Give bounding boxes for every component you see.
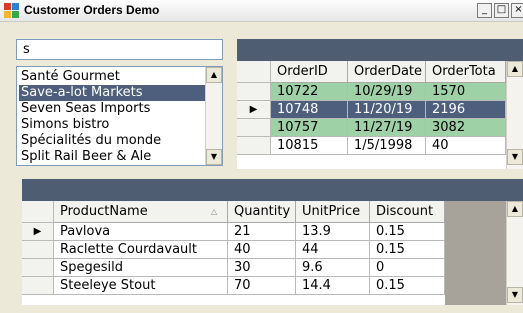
cell-orderdate[interactable]: 10/29/19 xyxy=(348,83,426,101)
scroll-down-button[interactable]: ▼ xyxy=(507,287,523,303)
sort-arrow-icon: △ xyxy=(211,207,218,216)
cell-orderid[interactable]: 10757 xyxy=(271,119,348,137)
cell-productname[interactable]: Raclette Courdavault xyxy=(54,241,228,259)
search-input[interactable] xyxy=(16,39,223,60)
list-item[interactable]: Santé Gourmet xyxy=(21,69,120,85)
cell-discount[interactable]: 0.15 xyxy=(370,277,445,295)
cell-ordertotal[interactable]: 3082 xyxy=(426,119,506,137)
list-item[interactable]: Split Rail Beer & Ale xyxy=(21,149,151,165)
details-caption xyxy=(22,179,523,201)
column-header-ordertotal[interactable]: OrderTota xyxy=(426,61,506,83)
scroll-down-button[interactable]: ▼ xyxy=(206,149,222,165)
window-title: Customer Orders Demo xyxy=(24,3,160,17)
orders-caption xyxy=(237,39,523,61)
title-bar[interactable]: Customer Orders Demo _ □ × xyxy=(0,0,523,22)
list-item[interactable]: Seven Seas Imports xyxy=(21,101,150,117)
minimize-button[interactable]: _ xyxy=(477,3,492,18)
app-window: Customer Orders Demo _ □ × Santé Gourmet… xyxy=(0,0,523,313)
column-header-discount[interactable]: Discount xyxy=(370,201,445,223)
column-header-orderdate[interactable]: OrderDate xyxy=(348,61,426,83)
column-header-orderid[interactable]: OrderID xyxy=(271,61,348,83)
cell-discount[interactable]: 0.15 xyxy=(370,241,445,259)
cell-orderid[interactable]: 10815 xyxy=(271,137,348,155)
row-header[interactable] xyxy=(22,241,54,259)
cell-orderdate[interactable]: 11/27/19 xyxy=(348,119,426,137)
maximize-button[interactable]: □ xyxy=(494,3,509,18)
cell-unitprice[interactable]: 44 xyxy=(296,241,370,259)
list-item[interactable]: Simons bistro xyxy=(21,117,109,133)
row-header[interactable] xyxy=(237,119,271,137)
scroll-up-button[interactable]: ▲ xyxy=(507,201,523,217)
customer-list[interactable]: Santé Gourmet Save-a-lot Markets Seven S… xyxy=(16,66,223,166)
orders-corner-header xyxy=(237,61,271,83)
scroll-up-button[interactable]: ▲ xyxy=(206,67,222,83)
cell-orderid[interactable]: 10748 xyxy=(271,101,348,119)
grid-empty-area xyxy=(445,201,506,305)
orders-scrollbar[interactable]: ▲ ▼ xyxy=(506,61,523,169)
scroll-up-button[interactable]: ▲ xyxy=(507,61,523,77)
cell-productname[interactable]: Steeleye Stout xyxy=(54,277,228,295)
row-indicator-icon[interactable]: ▶ xyxy=(237,101,271,119)
app-icon xyxy=(4,3,19,18)
cell-discount[interactable]: 0.15 xyxy=(370,223,445,241)
cell-unitprice[interactable]: 13.9 xyxy=(296,223,370,241)
row-header[interactable] xyxy=(22,259,54,277)
orders-grid[interactable]: OrderID OrderDate OrderTota 10722 10/29/… xyxy=(237,61,523,169)
cell-productname[interactable]: Pavlova xyxy=(54,223,228,241)
scroll-down-button[interactable]: ▼ xyxy=(507,149,523,165)
cell-discount[interactable]: 0 xyxy=(370,259,445,277)
cell-orderdate[interactable]: 1/5/1998 xyxy=(348,137,426,155)
order-details-grid[interactable]: ProductName △ Quantity UnitPrice Discoun… xyxy=(22,201,523,305)
details-corner-header xyxy=(22,201,54,223)
column-header-quantity[interactable]: Quantity xyxy=(228,201,296,223)
cell-unitprice[interactable]: 9.6 xyxy=(296,259,370,277)
cell-ordertotal[interactable]: 1570 xyxy=(426,83,506,101)
list-item-selected[interactable]: Save-a-lot Markets xyxy=(19,85,206,101)
row-header[interactable] xyxy=(22,277,54,295)
row-header[interactable] xyxy=(237,137,271,155)
column-header-label: ProductName xyxy=(60,204,148,219)
cell-quantity[interactable]: 21 xyxy=(228,223,296,241)
column-header-productname[interactable]: ProductName △ xyxy=(54,201,228,223)
details-scrollbar[interactable]: ▲ ▼ xyxy=(506,201,523,305)
close-button[interactable]: × xyxy=(511,3,523,18)
customer-list-scrollbar[interactable]: ▲ ▼ xyxy=(205,67,222,165)
cell-quantity[interactable]: 40 xyxy=(228,241,296,259)
cell-ordertotal[interactable]: 2196 xyxy=(426,101,506,119)
cell-quantity[interactable]: 30 xyxy=(228,259,296,277)
row-indicator-icon[interactable]: ▶ xyxy=(22,223,54,241)
cell-orderdate[interactable]: 11/20/19 xyxy=(348,101,426,119)
cell-orderid[interactable]: 10722 xyxy=(271,83,348,101)
column-header-unitprice[interactable]: UnitPrice xyxy=(296,201,370,223)
cell-unitprice[interactable]: 14.4 xyxy=(296,277,370,295)
cell-ordertotal[interactable]: 40 xyxy=(426,137,506,155)
row-header[interactable] xyxy=(237,83,271,101)
cell-productname[interactable]: Spegesild xyxy=(54,259,228,277)
cell-quantity[interactable]: 70 xyxy=(228,277,296,295)
list-item[interactable]: Spécialités du monde xyxy=(21,133,161,149)
